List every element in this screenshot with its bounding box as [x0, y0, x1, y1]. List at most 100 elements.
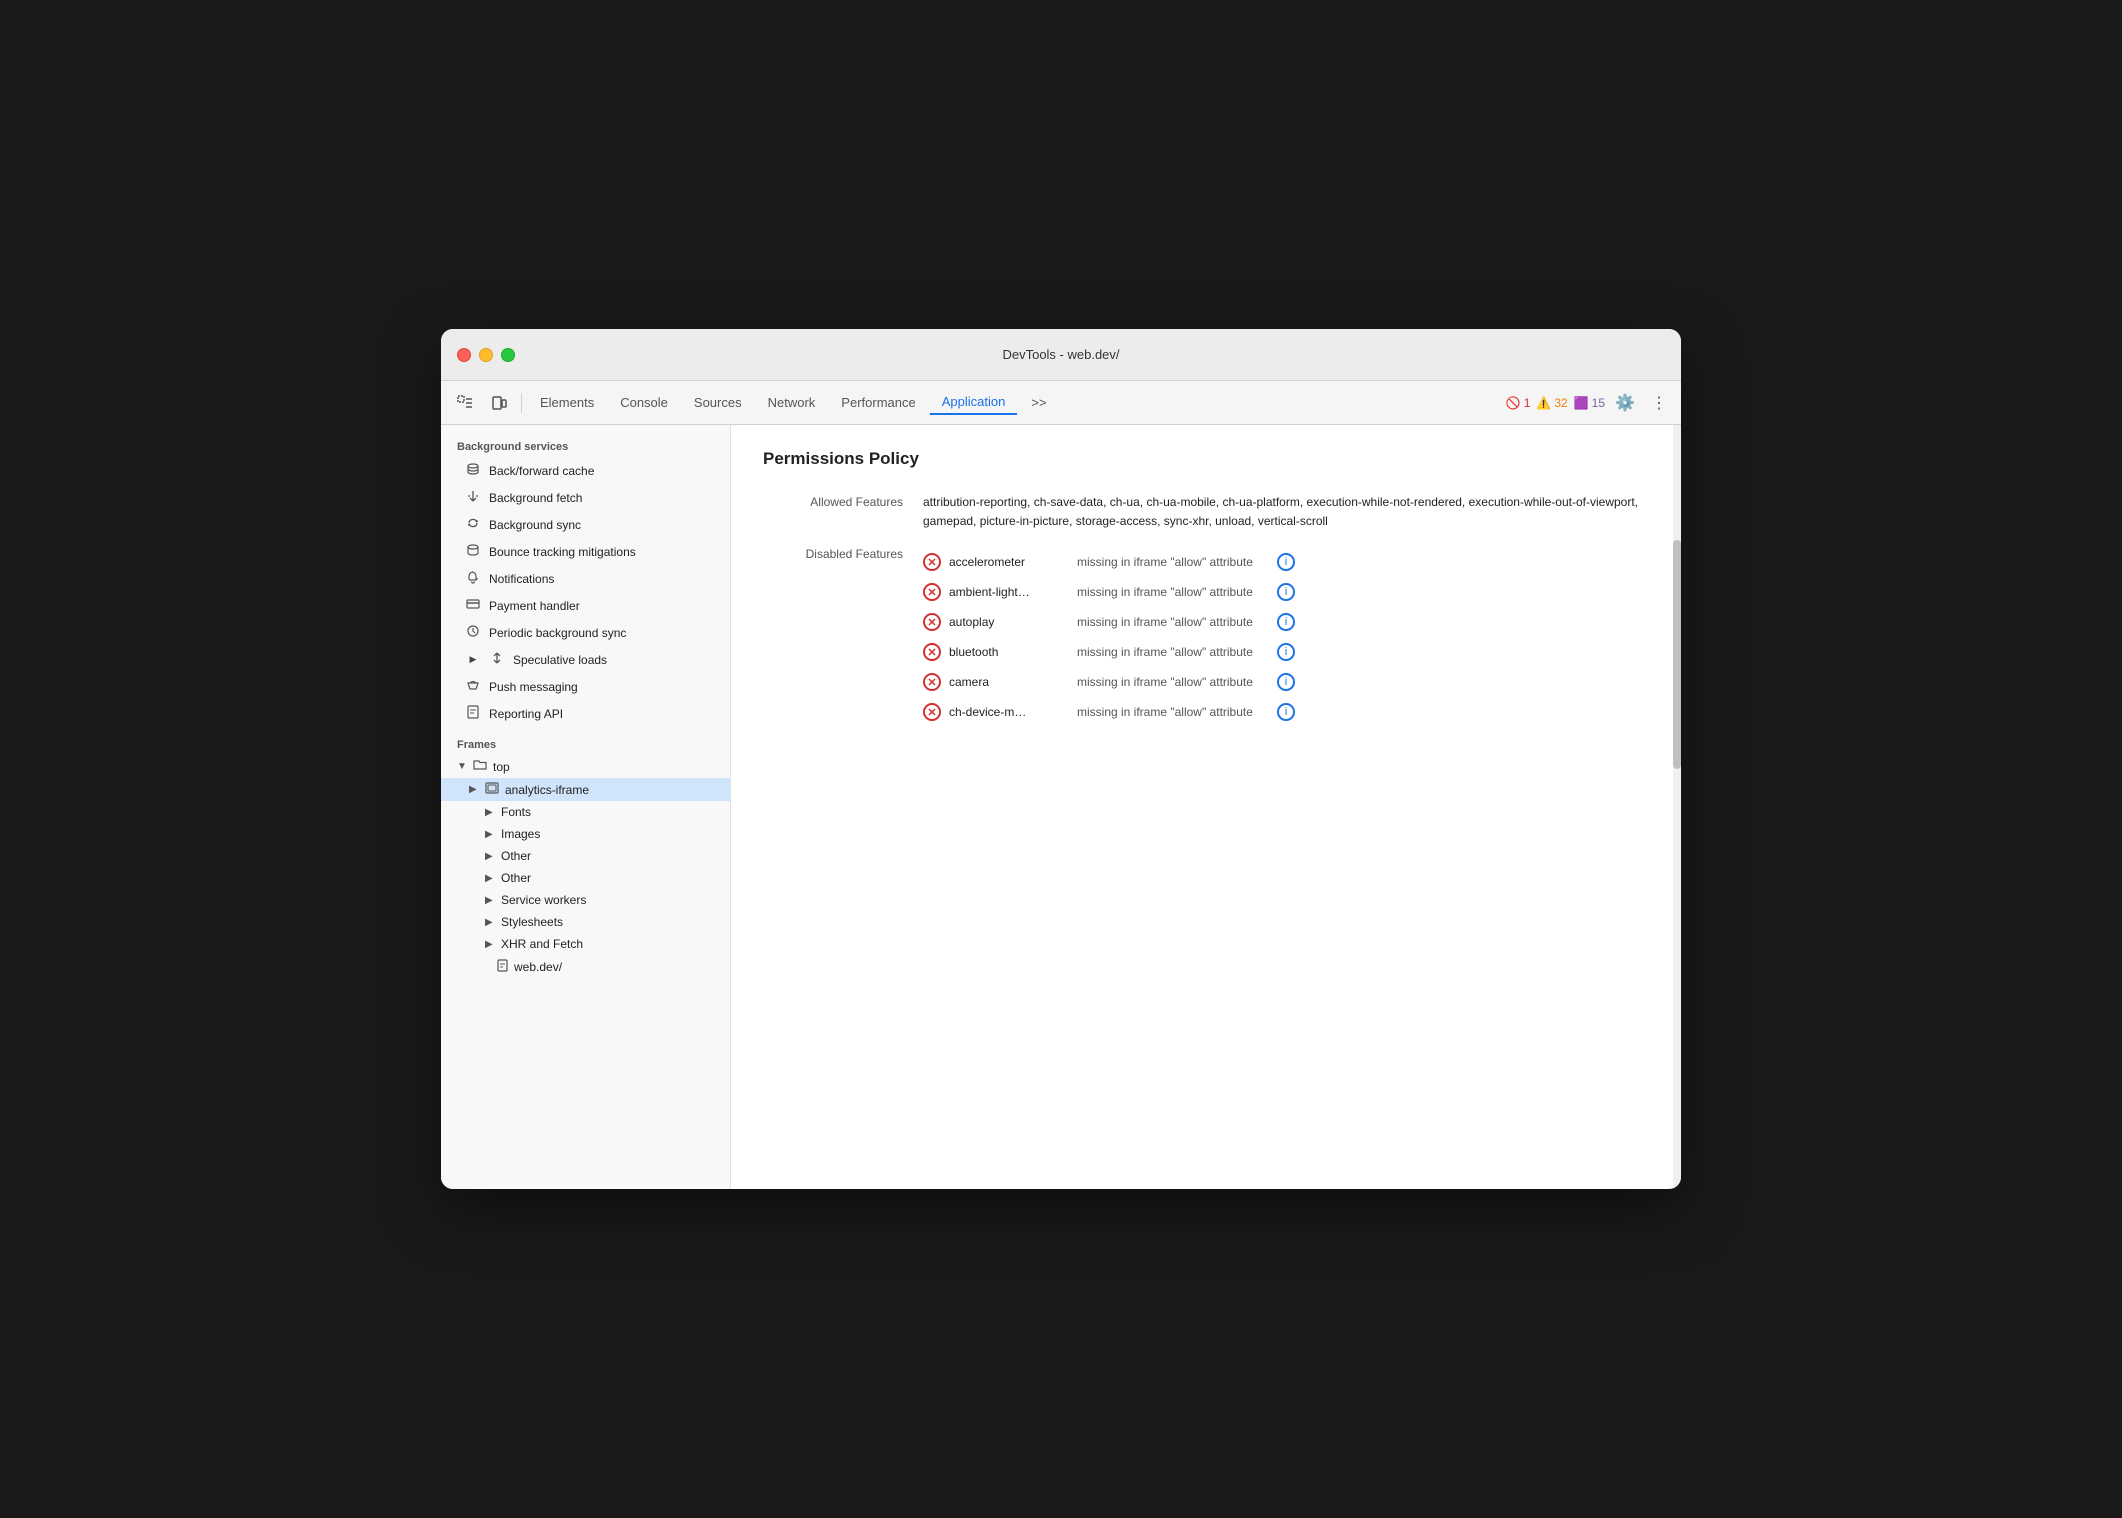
disabled-features-row: Disabled Features ✕ accelerometer missin…	[763, 547, 1649, 727]
close-button[interactable]	[457, 348, 471, 362]
disabled-feature-error-icon: ✕	[923, 553, 941, 571]
allowed-features-row: Allowed Features attribution-reporting, …	[763, 493, 1649, 531]
disabled-feature-error-icon: ✕	[923, 583, 941, 601]
frames-header: Frames	[441, 727, 730, 755]
tab-performance[interactable]: Performance	[829, 391, 927, 414]
warning-count: 32	[1554, 396, 1567, 410]
traffic-lights	[457, 348, 515, 362]
window-title: DevTools - web.dev/	[1002, 347, 1119, 362]
tree-arrow-analytics-iframe: ▶	[469, 784, 479, 795]
title-bar: DevTools - web.dev/	[441, 329, 1681, 381]
disabled-feature-info-button[interactable]: i	[1277, 673, 1295, 691]
tree-item-xhr-fetch[interactable]: ▶ XHR and Fetch	[441, 933, 730, 955]
sidebar-item-push-messaging[interactable]: Push messaging	[441, 673, 730, 700]
tree-item-top[interactable]: ▼ top	[441, 755, 730, 778]
info-badge[interactable]: 🟪 15	[1574, 396, 1605, 410]
disabled-feature-info-button[interactable]: i	[1277, 583, 1295, 601]
disabled-feature-item: ✕ camera missing in iframe "allow" attri…	[923, 667, 1649, 697]
sidebar-item-notifications[interactable]: Notifications	[441, 565, 730, 592]
cursor-icon[interactable]	[449, 387, 481, 419]
sidebar-label-back-forward: Back/forward cache	[489, 464, 594, 478]
tree-item-other-1[interactable]: ▶ Other	[441, 845, 730, 867]
tree-item-analytics-iframe[interactable]: ▶ analytics-iframe	[441, 778, 730, 801]
tab-console[interactable]: Console	[608, 391, 680, 414]
tree-label-service-workers: Service workers	[501, 893, 586, 907]
sidebar-label-periodic-background-sync: Periodic background sync	[489, 626, 626, 640]
tree-item-images[interactable]: ▶ Images	[441, 823, 730, 845]
minimize-button[interactable]	[479, 348, 493, 362]
background-fetch-icon	[465, 489, 481, 506]
disabled-feature-name: camera	[949, 675, 1069, 689]
sidebar-item-background-fetch[interactable]: Background fetch	[441, 484, 730, 511]
tab-sources[interactable]: Sources	[682, 391, 754, 414]
disabled-feature-desc: missing in iframe "allow" attribute	[1077, 585, 1253, 599]
tree-label-fonts: Fonts	[501, 805, 531, 819]
devtools-window: DevTools - web.dev/ Elements Console Sou…	[441, 329, 1681, 1189]
more-options-button[interactable]: ⋮	[1645, 389, 1673, 417]
maximize-button[interactable]	[501, 348, 515, 362]
sidebar-item-speculative-loads[interactable]: ▶ Speculative loads	[441, 646, 730, 673]
allowed-features-label: Allowed Features	[763, 493, 923, 509]
content-area: Permissions Policy Allowed Features attr…	[731, 425, 1681, 1189]
scrollbar-thumb[interactable]	[1673, 540, 1681, 769]
sidebar-label-speculative-loads: Speculative loads	[513, 653, 607, 667]
tab-application[interactable]: Application	[930, 390, 1018, 415]
tree-item-webdev[interactable]: web.dev/	[441, 955, 730, 979]
sidebar-label-reporting-api: Reporting API	[489, 707, 563, 721]
disabled-feature-item: ✕ ch-device-m… missing in iframe "allow"…	[923, 697, 1649, 727]
speculative-loads-icon	[489, 651, 505, 668]
back-forward-cache-icon	[465, 462, 481, 479]
disabled-feature-desc: missing in iframe "allow" attribute	[1077, 615, 1253, 629]
sidebar-item-payment-handler[interactable]: Payment handler	[441, 592, 730, 619]
tree-label-stylesheets: Stylesheets	[501, 915, 563, 929]
settings-button[interactable]: ⚙️	[1611, 389, 1639, 417]
sidebar-label-push-messaging: Push messaging	[489, 680, 578, 694]
disabled-feature-info-button[interactable]: i	[1277, 703, 1295, 721]
disabled-feature-error-icon: ✕	[923, 613, 941, 631]
tree-item-fonts[interactable]: ▶ Fonts	[441, 801, 730, 823]
disabled-feature-name: accelerometer	[949, 555, 1069, 569]
page-icon-webdev	[497, 959, 508, 975]
more-tabs-button[interactable]: >>	[1019, 391, 1058, 414]
tab-network[interactable]: Network	[756, 391, 828, 414]
page-title: Permissions Policy	[763, 449, 1649, 469]
tree-label-images: Images	[501, 827, 540, 841]
disabled-feature-name: ambient-light…	[949, 585, 1069, 599]
tab-elements[interactable]: Elements	[528, 391, 606, 414]
error-badge[interactable]: 🚫 1	[1506, 396, 1531, 410]
tree-item-stylesheets[interactable]: ▶ Stylesheets	[441, 911, 730, 933]
sidebar: Background services Back/forward cache B…	[441, 425, 731, 1189]
sidebar-item-reporting-api[interactable]: Reporting API	[441, 700, 730, 727]
notifications-icon	[465, 570, 481, 587]
tree-label-other-2: Other	[501, 871, 531, 885]
disabled-feature-info-button[interactable]: i	[1277, 553, 1295, 571]
sidebar-item-bounce-tracking[interactable]: Bounce tracking mitigations	[441, 538, 730, 565]
disabled-feature-item: ✕ accelerometer missing in iframe "allow…	[923, 547, 1649, 577]
tab-navigation: Elements Console Sources Network Perform…	[528, 390, 1504, 415]
sidebar-label-bounce-tracking: Bounce tracking mitigations	[489, 545, 636, 559]
disabled-feature-info-button[interactable]: i	[1277, 643, 1295, 661]
tree-label-webdev: web.dev/	[514, 960, 562, 974]
sidebar-item-background-sync[interactable]: Background sync	[441, 511, 730, 538]
warning-badge[interactable]: ⚠️ 32	[1536, 396, 1567, 410]
tree-arrow-service-workers: ▶	[485, 895, 495, 906]
tree-item-service-workers[interactable]: ▶ Service workers	[441, 889, 730, 911]
device-icon[interactable]	[483, 387, 515, 419]
disabled-feature-name: ch-device-m…	[949, 705, 1069, 719]
iframe-icon	[485, 782, 499, 797]
scrollbar-track[interactable]	[1673, 425, 1681, 1189]
tree-arrow-stylesheets: ▶	[485, 917, 495, 928]
tree-label-other-1: Other	[501, 849, 531, 863]
tree-item-other-2[interactable]: ▶ Other	[441, 867, 730, 889]
disabled-feature-error-icon: ✕	[923, 673, 941, 691]
disabled-features-list: ✕ accelerometer missing in iframe "allow…	[923, 547, 1649, 727]
sidebar-item-back-forward-cache[interactable]: Back/forward cache	[441, 457, 730, 484]
tree-arrow-other-2: ▶	[485, 873, 495, 884]
disabled-feature-name: bluetooth	[949, 645, 1069, 659]
payment-handler-icon	[465, 597, 481, 614]
error-icon: 🚫	[1506, 396, 1521, 410]
background-sync-icon	[465, 516, 481, 533]
sidebar-label-notifications: Notifications	[489, 572, 554, 586]
sidebar-item-periodic-background-sync[interactable]: Periodic background sync	[441, 619, 730, 646]
disabled-feature-info-button[interactable]: i	[1277, 613, 1295, 631]
